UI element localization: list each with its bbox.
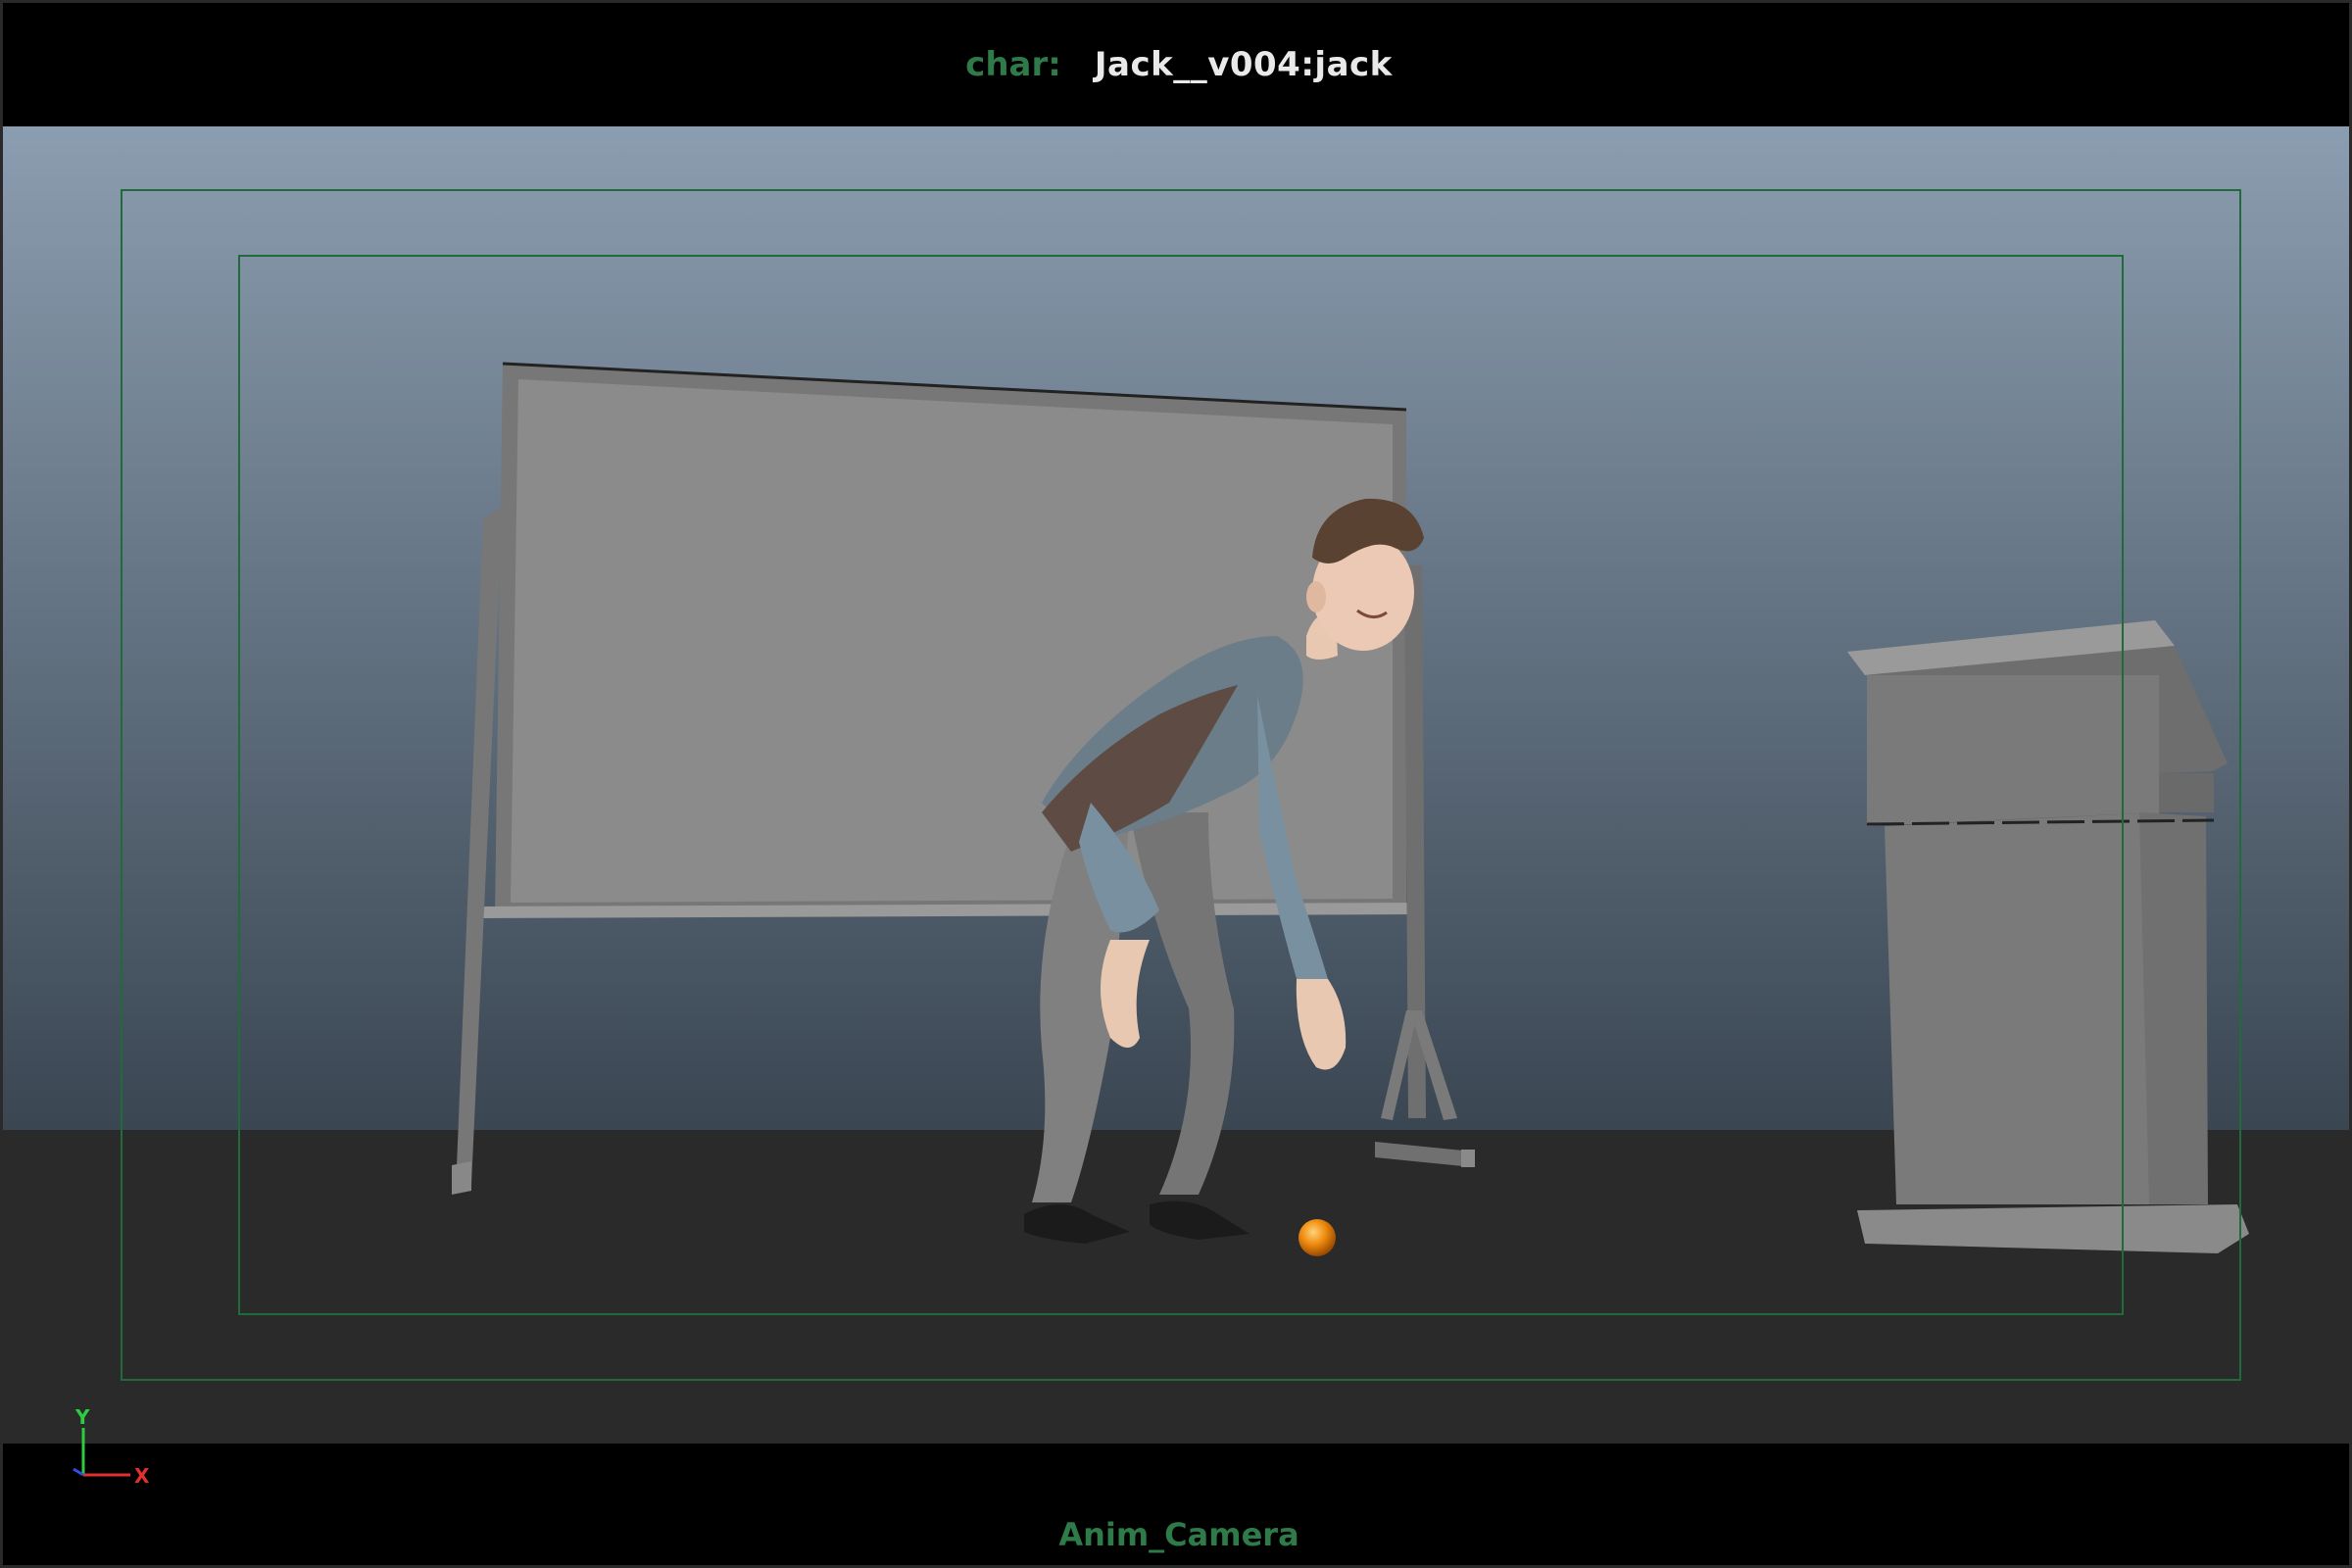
scene-view[interactable] — [3, 126, 2352, 1444]
podium[interactable] — [1847, 620, 2249, 1253]
hud-top-bar: char: Jack__v004:jack — [3, 3, 2349, 126]
hud-object-name: Jack__v004:jack — [1094, 45, 1393, 84]
axis-y-label: Y — [74, 1406, 90, 1429]
viewport-panel[interactable]: char: Jack__v004:jack Anim_Camera Y X — [0, 0, 2352, 1568]
ball[interactable] — [1298, 1219, 1336, 1256]
camera-name-label: Anim_Camera — [1058, 1516, 1299, 1553]
axis-gizmo: Y X — [73, 1406, 150, 1488]
axis-x-label: X — [134, 1464, 150, 1488]
hud-object-label: char: — [965, 45, 1061, 84]
hud-bottom-bar: Anim_Camera — [3, 1444, 2349, 1565]
